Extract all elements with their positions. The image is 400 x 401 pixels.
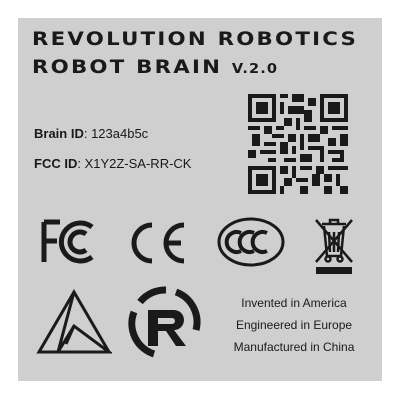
origin-line-engineered: Engineered in Europe <box>235 318 353 332</box>
brain-id-label: Brain ID <box>34 126 84 141</box>
brand-title: REVOLUTION ROBOTICS <box>32 28 359 50</box>
brain-id-value: : 123a4b5c <box>83 126 149 141</box>
fcc-id-field: FCC ID: X1Y2Z-SA-RR-CK <box>34 156 191 171</box>
origin-line-manufactured: Manufactured in China <box>233 340 355 354</box>
product-label: REVOLUTION ROBOTICS ROBOT BRAIN V.2.0 Br… <box>18 18 382 381</box>
brain-id-field: Brain ID: 123a4b5c <box>34 126 148 141</box>
product-name: ROBOT BRAIN <box>32 56 223 78</box>
ccc-mark-icon <box>217 217 285 267</box>
triangle-logo-icon <box>36 289 112 354</box>
weee-crossed-bin-icon <box>315 218 353 274</box>
fcc-id-value: : X1Y2Z-SA-RR-CK <box>77 156 192 171</box>
fcc-mark-icon <box>41 219 94 264</box>
fcc-id-label: FCC ID <box>34 156 78 171</box>
qr-code-icon <box>248 94 348 194</box>
ce-mark-icon <box>131 222 185 264</box>
revolution-r-logo-icon <box>128 286 201 358</box>
product-title: ROBOT BRAIN V.2.0 <box>32 56 278 78</box>
origin-line-invented: Invented in America <box>241 296 347 310</box>
product-version: V.2.0 <box>231 62 279 77</box>
origin-text: Invented in America Engineered in Europe… <box>214 292 374 358</box>
